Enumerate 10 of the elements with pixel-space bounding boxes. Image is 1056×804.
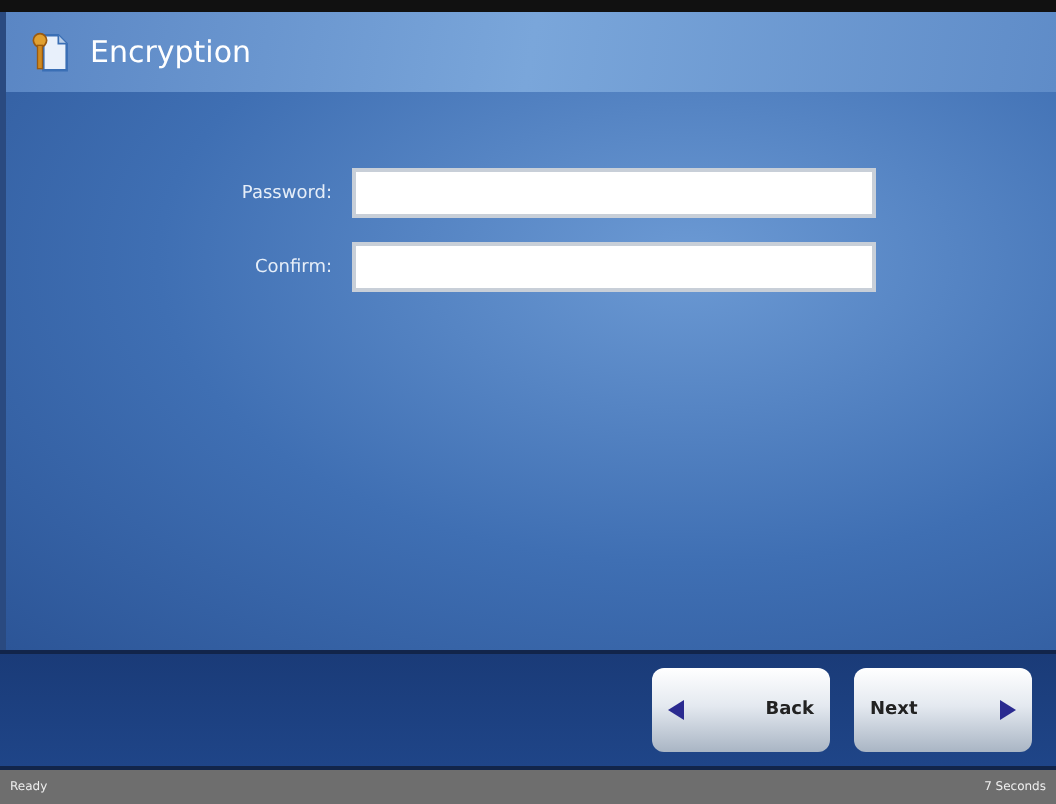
right-arrow-icon xyxy=(1000,700,1016,720)
password-field[interactable] xyxy=(352,242,876,292)
window-title: Encryption xyxy=(90,34,252,70)
key-document-icon xyxy=(30,30,70,74)
password-field[interactable] xyxy=(352,168,876,218)
next-button[interactable]: Next xyxy=(854,668,1032,752)
left-arrow-icon xyxy=(668,700,684,720)
field-label: Password: xyxy=(239,183,332,203)
field-label: Confirm: xyxy=(252,257,332,277)
back-button[interactable]: Back xyxy=(652,668,830,752)
